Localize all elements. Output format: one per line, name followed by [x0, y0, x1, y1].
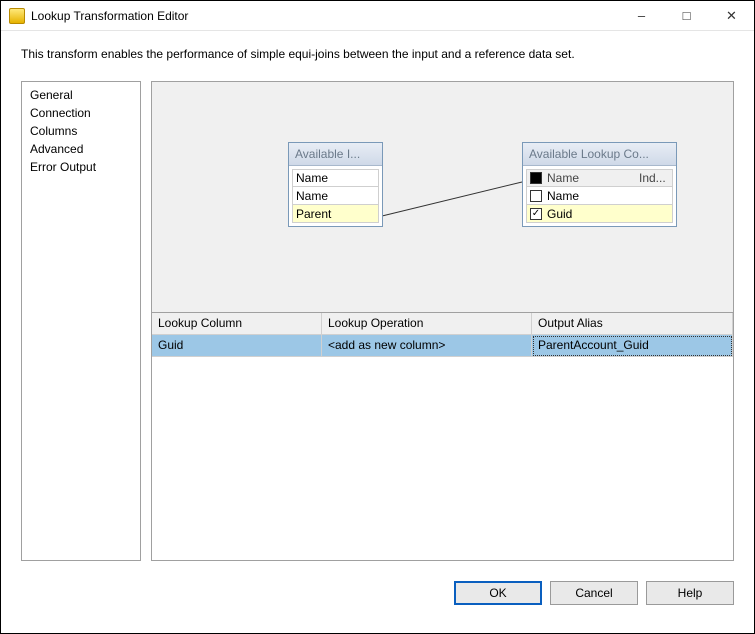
sidebar-item-advanced[interactable]: Advanced: [28, 140, 134, 158]
checkbox-icon[interactable]: [530, 190, 542, 202]
sidebar-item-error-output[interactable]: Error Output: [28, 158, 134, 176]
window-title: Lookup Transformation Editor: [31, 9, 188, 23]
grid-header-lookup-operation[interactable]: Lookup Operation: [322, 313, 532, 335]
maximize-button[interactable]: □: [664, 1, 709, 31]
sidebar-item-general[interactable]: General: [28, 86, 134, 104]
lookup-col-row[interactable]: Name: [526, 187, 673, 205]
minimize-button[interactable]: –: [619, 1, 664, 31]
grid-header-row: Lookup Column Lookup Operation Output Al…: [152, 313, 733, 335]
grid-header-output-alias[interactable]: Output Alias: [532, 313, 733, 335]
checkbox-icon[interactable]: [530, 208, 542, 220]
cell-lookup-column[interactable]: Guid: [152, 335, 322, 357]
sidebar-item-columns[interactable]: Columns: [28, 122, 134, 140]
cell-output-alias[interactable]: ParentAccount_Guid: [532, 335, 733, 357]
main-panel: Available I... Name Name Parent Availabl…: [151, 81, 734, 561]
grid-header-lookup-column[interactable]: Lookup Column: [152, 313, 322, 335]
title-bar: Lookup Transformation Editor – □ ✕: [1, 1, 754, 31]
available-input-columns-box[interactable]: Available I... Name Name Parent: [288, 142, 383, 227]
lookup-header-index: Ind...: [639, 171, 669, 185]
available-lookup-columns-box[interactable]: Available Lookup Co... Name Ind... Name …: [522, 142, 677, 227]
help-button[interactable]: Help: [646, 581, 734, 605]
checkbox-icon[interactable]: [530, 172, 542, 184]
dialog-footer: OK Cancel Help: [1, 571, 754, 619]
lookup-header-row: Name Ind...: [526, 169, 673, 187]
sidebar-item-connection[interactable]: Connection: [28, 104, 134, 122]
lookup-col-row[interactable]: Guid: [526, 205, 673, 223]
cancel-button[interactable]: Cancel: [550, 581, 638, 605]
cell-lookup-operation[interactable]: <add as new column>: [322, 335, 532, 357]
ok-button[interactable]: OK: [454, 581, 542, 605]
input-col-row[interactable]: Parent: [292, 205, 379, 223]
lookup-header-name: Name: [547, 171, 639, 185]
input-col-row[interactable]: Name: [292, 187, 379, 205]
grid-data-row[interactable]: Guid <add as new column> ParentAccount_G…: [152, 335, 733, 357]
nav-sidebar: General Connection Columns Advanced Erro…: [21, 81, 141, 561]
app-icon: [9, 8, 25, 24]
output-grid: Lookup Column Lookup Operation Output Al…: [152, 312, 733, 560]
mapping-area: Available I... Name Name Parent Availabl…: [152, 82, 733, 312]
description-text: This transform enables the performance o…: [1, 31, 754, 81]
close-button[interactable]: ✕: [709, 1, 754, 31]
input-box-title: Available I...: [289, 143, 382, 166]
input-col-row[interactable]: Name: [292, 169, 379, 187]
lookup-box-title: Available Lookup Co...: [523, 143, 676, 166]
